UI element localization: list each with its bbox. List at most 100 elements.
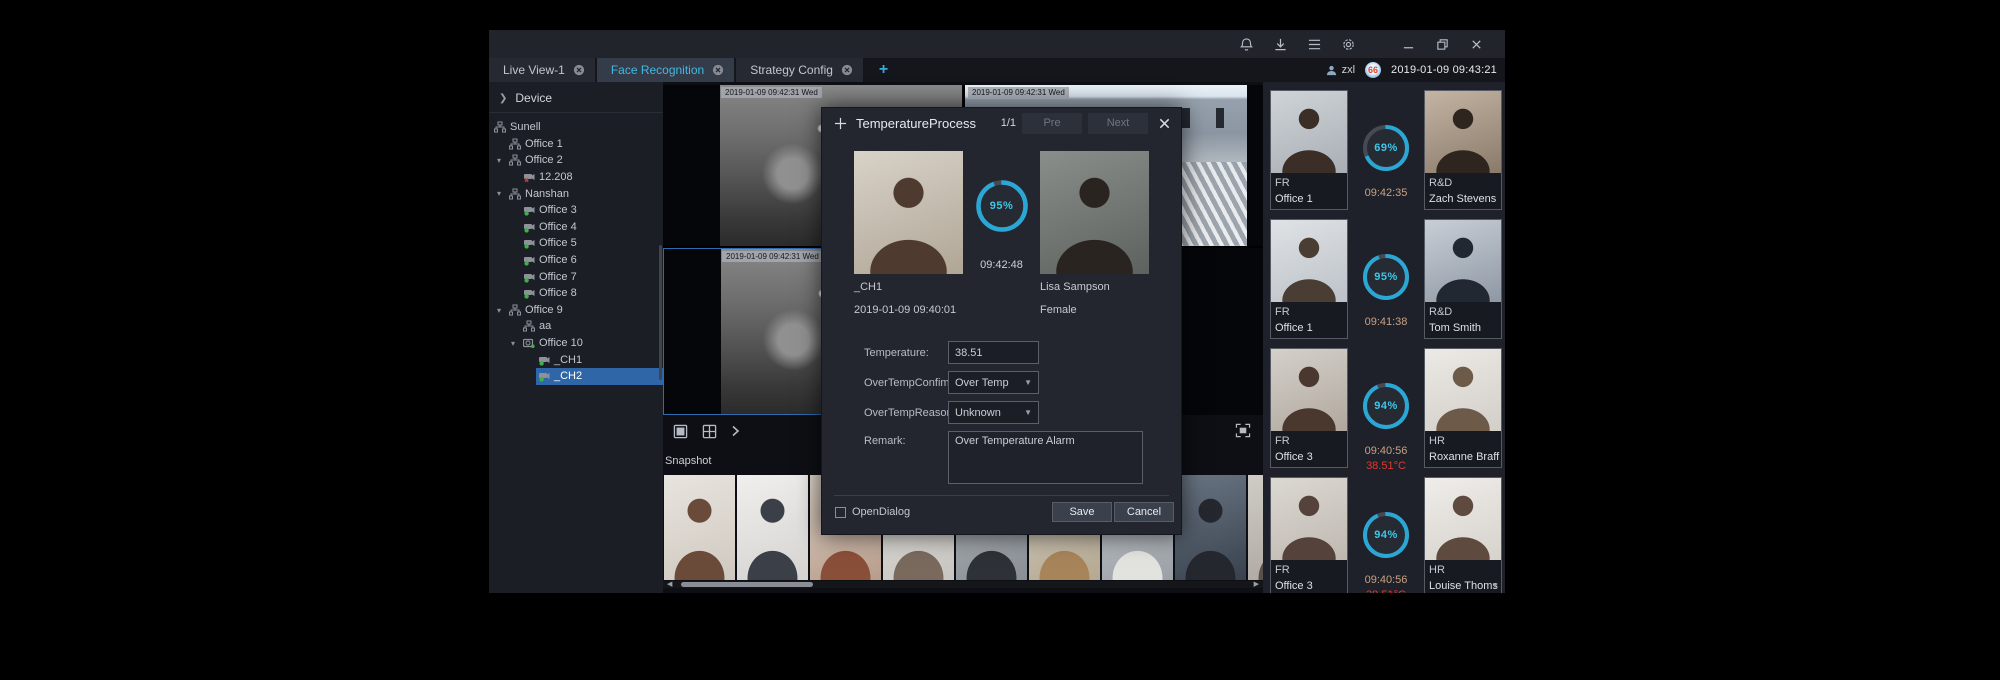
tree-item-office-9[interactable]: ▾Office 9 [489, 302, 663, 319]
matched-person-card[interactable]: HR Louise Thoms [1424, 477, 1502, 593]
matched-person-photo [1425, 478, 1501, 560]
location-label: Office 3 [1271, 578, 1347, 593]
tab-close-icon[interactable] [573, 64, 585, 76]
overtempconfim-label: OverTempConfim: [864, 377, 948, 389]
captured-face-card[interactable]: FR Office 3 [1270, 477, 1348, 593]
group-label: FR [1271, 431, 1347, 449]
similarity-gauge: 95% [1361, 252, 1411, 302]
captured-face-card[interactable]: FR Office 1 [1270, 90, 1348, 210]
notification-bell-icon[interactable] [1229, 30, 1263, 58]
temperature-value: 38.51°C [1366, 589, 1406, 593]
expand-arrow-icon[interactable]: ▾ [497, 156, 501, 165]
scrollbar-thumb[interactable] [681, 582, 813, 587]
menu-icon[interactable] [1297, 30, 1331, 58]
tree-item-aa[interactable]: aa [489, 318, 663, 335]
match-time: 09:40:56 [1365, 445, 1408, 457]
move-icon[interactable] [834, 117, 847, 130]
chevron-down-icon: ▼ [1024, 378, 1032, 387]
tree-item-office-10[interactable]: ▾Office 10 [489, 335, 663, 352]
tree-item-office-5[interactable]: Office 5 [489, 235, 663, 252]
tree-item-nanshan[interactable]: ▾Nanshan [489, 185, 663, 202]
dialog-title: TemperatureProcess [856, 116, 976, 131]
result-row: FR Office 1 95% 09:41:38 [1270, 219, 1505, 339]
person-name: Zach Stevens [1425, 191, 1501, 208]
scroll-right-icon[interactable]: ▶ [1254, 580, 1259, 588]
snapshot-thumbnail[interactable] [1248, 475, 1263, 580]
scroll-down-indicator[interactable]: ▼ [1491, 581, 1499, 590]
tree-item-office-2[interactable]: ▾Office 2 [489, 152, 663, 169]
pre-button[interactable]: Pre [1022, 113, 1082, 134]
overtempconfim-select[interactable]: Over Temp ▼ [948, 371, 1039, 394]
department-label: R&D [1425, 173, 1501, 191]
expand-arrow-icon[interactable]: ▾ [511, 339, 515, 348]
matched-person-photo [1425, 91, 1501, 173]
snapshot-scrollbar[interactable]: ◀ ▶ [663, 581, 1263, 588]
matched-person-card[interactable]: HR Roxanne Braff [1424, 348, 1502, 468]
tree-item-ch2-selected[interactable]: _CH2 [489, 368, 663, 385]
expand-arrow-icon[interactable]: ▾ [497, 189, 501, 198]
device-tree-header[interactable]: ❯ Device [489, 88, 663, 108]
temperature-badge[interactable]: 66 [1365, 62, 1381, 78]
tree-item-ch1[interactable]: _CH1 [489, 351, 663, 368]
selected-option: Over Temp [955, 377, 1009, 389]
location-label: Office 1 [1271, 191, 1347, 208]
snapshot-thumbnail[interactable] [664, 475, 735, 580]
temperature-input[interactable] [948, 341, 1039, 364]
new-tab-button[interactable]: + [865, 58, 902, 82]
group-label: FR [1271, 302, 1347, 320]
similarity-percent: 95% [1361, 252, 1411, 302]
tab-close-icon[interactable] [712, 64, 724, 76]
tree-item-office-4[interactable]: Office 4 [489, 219, 663, 236]
captured-face-photo [1271, 349, 1347, 431]
scroll-left-icon[interactable]: ◀ [667, 580, 672, 588]
fullscreen-icon[interactable] [1235, 423, 1251, 443]
expand-arrow-icon[interactable]: ▾ [497, 306, 501, 315]
snapshot-thumbnail[interactable] [737, 475, 808, 580]
tab-live-view-1[interactable]: Live View-1 [489, 58, 595, 82]
snapshot-thumbnail[interactable] [1175, 475, 1246, 580]
sidebar-scrollbar[interactable] [659, 245, 662, 380]
temperature-process-dialog: TemperatureProcess 1/1 Pre Next _CH1 201… [821, 107, 1182, 535]
maximize-button[interactable] [1425, 30, 1459, 58]
cancel-button[interactable]: Cancel [1114, 502, 1174, 522]
tree-item-office-6[interactable]: Office 6 [489, 252, 663, 269]
save-button[interactable]: Save [1052, 502, 1112, 522]
similarity-block: 95% 09:42:48 [963, 151, 1040, 320]
username: zxl [1342, 64, 1355, 76]
captured-face-card[interactable]: FR Office 1 [1270, 219, 1348, 339]
matched-person-card[interactable]: R&D Zach Stevens [1424, 90, 1502, 210]
person-name: Roxanne Braff [1425, 449, 1501, 466]
tree-item-office-8[interactable]: Office 8 [489, 285, 663, 302]
user-account[interactable]: zxl [1326, 64, 1355, 76]
opendialog-checkbox-wrap[interactable]: OpenDialog [835, 506, 910, 518]
captured-face-card[interactable]: FR Office 3 [1270, 348, 1348, 468]
tab-bar: Live View-1 Face Recognition Strategy Co… [489, 58, 1505, 82]
close-button[interactable] [1459, 30, 1493, 58]
similarity-percent: 69% [1361, 123, 1411, 173]
tree-item-office-1[interactable]: Office 1 [489, 136, 663, 153]
tree-item-office-7[interactable]: Office 7 [489, 268, 663, 285]
minimize-button[interactable] [1391, 30, 1425, 58]
tab-strategy-config[interactable]: Strategy Config [736, 58, 863, 82]
remark-textarea[interactable] [948, 431, 1143, 484]
tree-item-office-3[interactable]: Office 3 [489, 202, 663, 219]
tab-close-icon[interactable] [841, 64, 853, 76]
temperature-label: Temperature: [864, 347, 948, 359]
checkbox-icon[interactable] [835, 507, 846, 518]
matched-person-card[interactable]: R&D Tom Smith [1424, 219, 1502, 339]
download-icon[interactable] [1263, 30, 1297, 58]
tree-item-12-208[interactable]: 12.208 [489, 169, 663, 186]
next-layout-icon[interactable] [731, 425, 740, 437]
tree-item-sunell[interactable]: Sunell [489, 119, 663, 136]
matched-person-photo [1040, 151, 1149, 274]
settings-gear-icon[interactable] [1331, 30, 1365, 58]
tab-face-recognition[interactable]: Face Recognition [597, 58, 734, 82]
quad-view-icon[interactable] [702, 424, 717, 439]
single-view-icon[interactable] [673, 424, 688, 439]
dialog-close-icon[interactable] [1158, 117, 1171, 130]
captured-face-photo [854, 151, 963, 274]
overtempreason-select[interactable]: Unknown ▼ [948, 401, 1039, 424]
next-button[interactable]: Next [1088, 113, 1148, 134]
chevron-right-icon: ❯ [499, 93, 507, 104]
result-row: FR Office 3 94% 09:40:56 38.51°C [1270, 477, 1505, 593]
